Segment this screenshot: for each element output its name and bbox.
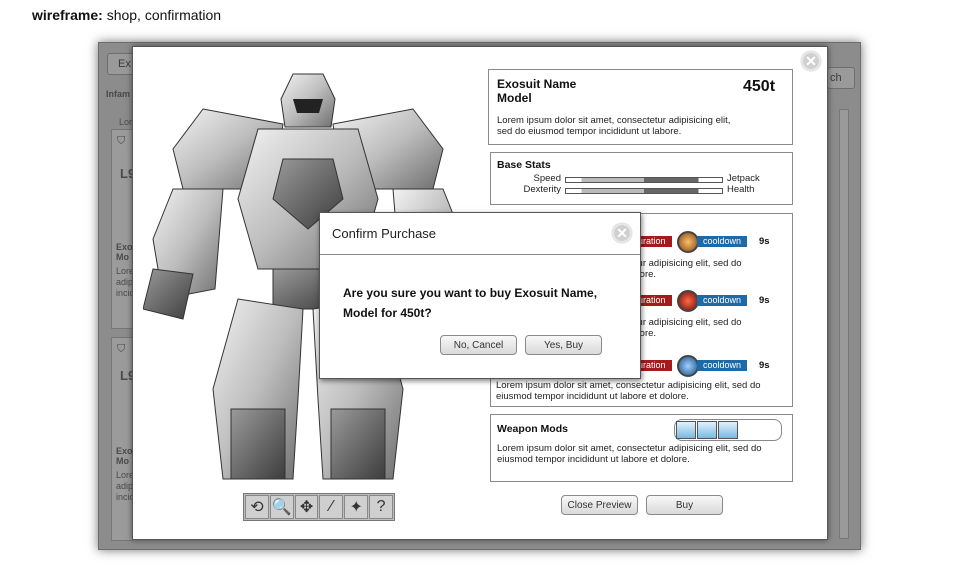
confirm-purchase-dialog: Confirm Purchase ✕ Are you sure you want… (319, 212, 641, 379)
dialog-header: Confirm Purchase ✕ (320, 213, 640, 255)
close-preview-button[interactable]: Close Preview (561, 495, 638, 515)
weapon-mods-text: eiusmod tempor incididunt ut labore et d… (497, 454, 690, 465)
background-text: Lor (119, 117, 133, 127)
dialog-message-line: Are you sure you want to buy Exosuit Nam… (343, 286, 598, 300)
base-stats-title: Base Stats (497, 159, 551, 171)
ability-orb-icon (677, 290, 699, 312)
stat-label-health: Health (727, 184, 755, 195)
shield-icon: ⛉ (117, 343, 126, 355)
weapon-mod-slots (674, 419, 782, 441)
weapon-mods-text: Lorem ipsum dolor sit amet, consectetur … (497, 443, 762, 454)
weapon-mod-icon[interactable] (697, 421, 717, 439)
weapon-mod-icon[interactable] (676, 421, 696, 439)
stat-label-jetpack: Jetpack (727, 173, 760, 184)
ability-cooldown-label: cooldown (697, 360, 748, 371)
ability-text: eiusmod tempor incididunt ut labore et d… (496, 391, 689, 402)
ability-text: tetur adipisicing elit, sed do (627, 317, 742, 328)
stat-bar-dexterity-health (565, 188, 723, 194)
dialog-message: Are you sure you want to buy Exosuit Nam… (343, 283, 597, 323)
exosuit-description: Lorem ipsum dolor sit amet, consectetur … (497, 115, 731, 137)
model-viewer-toolbar: ⟲ 🔍 ✥ ⁄ ✦ ? (243, 493, 395, 521)
stat-label-speed: Speed (533, 173, 561, 184)
ability-seconds: 9s (759, 236, 770, 247)
weapon-mods-title: Weapon Mods (497, 423, 568, 435)
exosuit-price: 450t (743, 78, 776, 95)
rotate-icon[interactable]: ⟲ (245, 495, 269, 519)
exosuit-model: Model (497, 91, 532, 105)
card-text: adip (116, 277, 134, 287)
ability-text: tetur adipisicing elit, sed do (627, 258, 742, 269)
stat-label-dexterity: Dexterity (523, 184, 561, 195)
background-card: ⛉ L9 Exo Mo Lore adip incid (111, 129, 135, 329)
help-icon[interactable]: ? (369, 495, 393, 519)
card-model: Mo (116, 456, 129, 466)
zoom-icon[interactable]: 🔍 (269, 495, 294, 519)
ability-orb-icon (677, 355, 699, 377)
ability-text: Lorem ipsum dolor sit amet, consectetur … (496, 380, 761, 391)
background-scrollbar (839, 109, 849, 539)
base-stats-panel: Base Stats Speed Dexterity Jetpack Healt… (490, 152, 793, 205)
ability-cooldown-label: cooldown (697, 236, 748, 247)
buy-button[interactable]: Buy (646, 495, 723, 515)
background-card: ⛉ L9 Exo Mo Lore adip incid (111, 337, 135, 541)
ability-seconds: 9s (759, 295, 770, 306)
card-model: Mo (116, 252, 129, 262)
move-icon[interactable]: ✥ (294, 495, 319, 519)
dialog-message-line: Model for 450t? (343, 306, 432, 320)
grenade-icon[interactable]: ✦ (344, 495, 369, 519)
page-title: wireframe: shop, confirmation (32, 7, 222, 23)
cancel-button[interactable]: No, Cancel (440, 335, 517, 355)
stat-bar-speed-jetpack (565, 177, 723, 183)
dialog-title: Confirm Purchase (332, 226, 437, 241)
close-dialog-icon[interactable]: ✕ (612, 223, 632, 243)
exosuit-name: Exosuit Name (497, 77, 577, 91)
weapon-icon[interactable]: ⁄ (319, 495, 344, 519)
close-preview-icon[interactable]: ✕ (801, 51, 821, 71)
background-heading: Infam (106, 89, 131, 99)
confirm-buy-button[interactable]: Yes, Buy (525, 335, 602, 355)
ability-cooldown-label: cooldown (697, 295, 748, 306)
weapon-mod-icon[interactable] (718, 421, 738, 439)
search-button-background: ch (827, 67, 855, 89)
ability-seconds: 9s (759, 360, 770, 371)
weapon-mods-panel: Weapon Mods Lorem ipsum dolor sit amet, … (490, 414, 793, 482)
card-text: adip (116, 481, 134, 491)
exosuit-info-panel: Exosuit Name Model 450t Lorem ipsum dolo… (488, 69, 793, 145)
shield-icon: ⛉ (117, 135, 126, 147)
ability-orb-icon (677, 231, 699, 253)
